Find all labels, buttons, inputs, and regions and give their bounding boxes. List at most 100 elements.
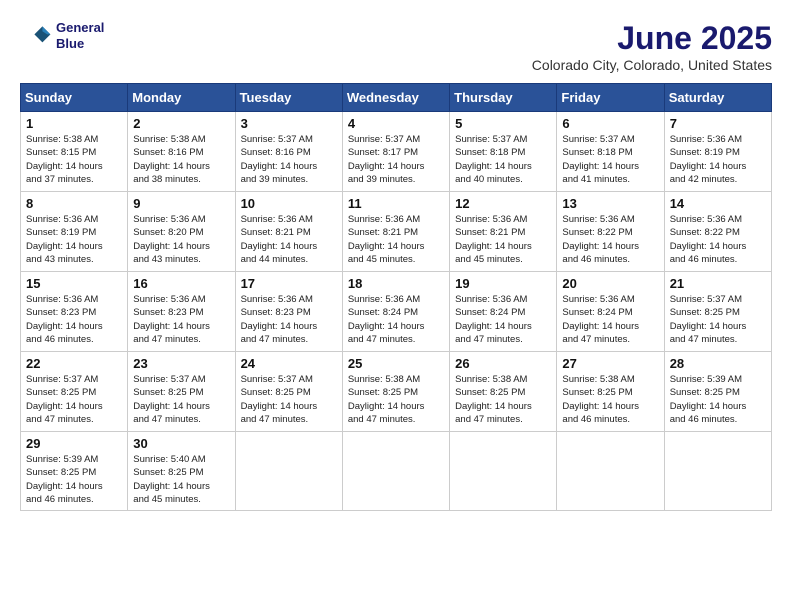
calendar-header-row: Sunday Monday Tuesday Wednesday Thursday… (21, 84, 772, 112)
col-sunday: Sunday (21, 84, 128, 112)
table-row: 16 Sunrise: 5:36 AMSunset: 8:23 PMDayligh… (128, 272, 235, 352)
day-info: Sunrise: 5:36 AMSunset: 8:22 PMDaylight:… (562, 213, 658, 266)
table-row: 18Sunrise: 5:36 AMSunset: 8:24 PMDayligh… (342, 272, 449, 352)
day-info: Sunrise: 5:37 AMSunset: 8:25 PMDaylight:… (133, 373, 229, 426)
day-number: 16 (133, 276, 229, 291)
table-row: 1Sunrise: 5:38 AMSunset: 8:15 PMDaylight… (21, 112, 128, 192)
title-area: June 2025 Colorado City, Colorado, Unite… (532, 20, 772, 73)
col-thursday: Thursday (450, 84, 557, 112)
day-number: 13 (562, 196, 658, 211)
day-number: 23 (133, 356, 229, 371)
col-tuesday: Tuesday (235, 84, 342, 112)
day-info: Sunrise: 5:37 AMSunset: 8:18 PMDaylight:… (455, 133, 551, 186)
day-info: Sunrise: 5:36 AMSunset: 8:19 PMDaylight:… (26, 213, 122, 266)
calendar-week-row: 15 Sunrise: 5:36 AMSunset: 8:23 PMDayligh… (21, 272, 772, 352)
table-row: 24 Sunrise: 5:37 AMSunset: 8:25 PMDayligh… (235, 352, 342, 432)
page-header: General Blue June 2025 Colorado City, Co… (20, 20, 772, 73)
location-subtitle: Colorado City, Colorado, United States (532, 57, 772, 73)
day-number: 14 (670, 196, 766, 211)
day-info: Sunrise: 5:36 AMSunset: 8:23 PMDaylight:… (133, 293, 229, 346)
day-number: 3 (241, 116, 337, 131)
calendar-week-row: 1Sunrise: 5:38 AMSunset: 8:15 PMDaylight… (21, 112, 772, 192)
table-row: 12 Sunrise: 5:36 AMSunset: 8:21 PMDayligh… (450, 192, 557, 272)
day-info: Sunrise: 5:37 AMSunset: 8:18 PMDaylight:… (562, 133, 658, 186)
calendar-table: Sunday Monday Tuesday Wednesday Thursday… (20, 83, 772, 511)
day-number: 10 (241, 196, 337, 211)
day-number: 15 (26, 276, 122, 291)
table-row (664, 432, 771, 511)
day-number: 9 (133, 196, 229, 211)
day-info: Sunrise: 5:37 AMSunset: 8:25 PMDaylight:… (241, 373, 337, 426)
day-info: Sunrise: 5:37 AMSunset: 8:17 PMDaylight:… (348, 133, 444, 186)
day-info: Sunrise: 5:36 AMSunset: 8:20 PMDaylight:… (133, 213, 229, 266)
table-row: 4 Sunrise: 5:37 AMSunset: 8:17 PMDaylight… (342, 112, 449, 192)
day-info: Sunrise: 5:36 AMSunset: 8:24 PMDaylight:… (455, 293, 551, 346)
day-number: 5 (455, 116, 551, 131)
day-info: Sunrise: 5:37 AMSunset: 8:25 PMDaylight:… (670, 293, 766, 346)
table-row: 15 Sunrise: 5:36 AMSunset: 8:23 PMDayligh… (21, 272, 128, 352)
day-info: Sunrise: 5:37 AMSunset: 8:16 PMDaylight:… (241, 133, 337, 186)
day-info: Sunrise: 5:36 AMSunset: 8:23 PMDaylight:… (26, 293, 122, 346)
day-info: Sunrise: 5:40 AMSunset: 8:25 PMDaylight:… (133, 453, 229, 506)
day-number: 19 (455, 276, 551, 291)
table-row: 19 Sunrise: 5:36 AMSunset: 8:24 PMDayligh… (450, 272, 557, 352)
day-number: 24 (241, 356, 337, 371)
day-number: 2 (133, 116, 229, 131)
table-row: 17 Sunrise: 5:36 AMSunset: 8:23 PMDayligh… (235, 272, 342, 352)
table-row: 6Sunrise: 5:37 AMSunset: 8:18 PMDaylight… (557, 112, 664, 192)
day-info: Sunrise: 5:36 AMSunset: 8:22 PMDaylight:… (670, 213, 766, 266)
col-saturday: Saturday (664, 84, 771, 112)
logo: General Blue (20, 20, 104, 52)
table-row: 22Sunrise: 5:37 AMSunset: 8:25 PMDayligh… (21, 352, 128, 432)
table-row: 25Sunrise: 5:38 AMSunset: 8:25 PMDayligh… (342, 352, 449, 432)
table-row: 8 Sunrise: 5:36 AMSunset: 8:19 PMDaylight… (21, 192, 128, 272)
day-info: Sunrise: 5:36 AMSunset: 8:21 PMDaylight:… (348, 213, 444, 266)
table-row: 7 Sunrise: 5:36 AMSunset: 8:19 PMDaylight… (664, 112, 771, 192)
table-row (235, 432, 342, 511)
day-number: 20 (562, 276, 658, 291)
day-number: 22 (26, 356, 122, 371)
day-info: Sunrise: 5:38 AMSunset: 8:25 PMDaylight:… (455, 373, 551, 426)
day-number: 8 (26, 196, 122, 211)
col-wednesday: Wednesday (342, 84, 449, 112)
day-number: 29 (26, 436, 122, 451)
day-info: Sunrise: 5:36 AMSunset: 8:21 PMDaylight:… (241, 213, 337, 266)
day-info: Sunrise: 5:38 AMSunset: 8:15 PMDaylight:… (26, 133, 122, 186)
day-info: Sunrise: 5:36 AMSunset: 8:24 PMDaylight:… (562, 293, 658, 346)
table-row: 23 Sunrise: 5:37 AMSunset: 8:25 PMDayligh… (128, 352, 235, 432)
day-number: 12 (455, 196, 551, 211)
table-row: 11 Sunrise: 5:36 AMSunset: 8:21 PMDayligh… (342, 192, 449, 272)
table-row: 10 Sunrise: 5:36 AMSunset: 8:21 PMDayligh… (235, 192, 342, 272)
day-info: Sunrise: 5:38 AMSunset: 8:25 PMDaylight:… (562, 373, 658, 426)
table-row: 5 Sunrise: 5:37 AMSunset: 8:18 PMDaylight… (450, 112, 557, 192)
table-row: 14 Sunrise: 5:36 AMSunset: 8:22 PMDayligh… (664, 192, 771, 272)
month-year-title: June 2025 (532, 20, 772, 57)
calendar-week-row: 8 Sunrise: 5:36 AMSunset: 8:19 PMDaylight… (21, 192, 772, 272)
day-number: 11 (348, 196, 444, 211)
day-number: 25 (348, 356, 444, 371)
day-number: 21 (670, 276, 766, 291)
table-row: 9 Sunrise: 5:36 AMSunset: 8:20 PMDaylight… (128, 192, 235, 272)
table-row (342, 432, 449, 511)
table-row (450, 432, 557, 511)
table-row: 26Sunrise: 5:38 AMSunset: 8:25 PMDayligh… (450, 352, 557, 432)
table-row: 21 Sunrise: 5:37 AMSunset: 8:25 PMDayligh… (664, 272, 771, 352)
col-monday: Monday (128, 84, 235, 112)
table-row: 30Sunrise: 5:40 AMSunset: 8:25 PMDayligh… (128, 432, 235, 511)
table-row: 27 Sunrise: 5:38 AMSunset: 8:25 PMDayligh… (557, 352, 664, 432)
day-info: Sunrise: 5:36 AMSunset: 8:21 PMDaylight:… (455, 213, 551, 266)
day-number: 4 (348, 116, 444, 131)
day-number: 17 (241, 276, 337, 291)
table-row: 28 Sunrise: 5:39 AMSunset: 8:25 PMDayligh… (664, 352, 771, 432)
day-info: Sunrise: 5:39 AMSunset: 8:25 PMDaylight:… (26, 453, 122, 506)
day-info: Sunrise: 5:36 AMSunset: 8:19 PMDaylight:… (670, 133, 766, 186)
day-number: 7 (670, 116, 766, 131)
day-number: 28 (670, 356, 766, 371)
col-friday: Friday (557, 84, 664, 112)
table-row: 2Sunrise: 5:38 AMSunset: 8:16 PMDaylight… (128, 112, 235, 192)
table-row: 3 Sunrise: 5:37 AMSunset: 8:16 PMDaylight… (235, 112, 342, 192)
day-info: Sunrise: 5:36 AMSunset: 8:23 PMDaylight:… (241, 293, 337, 346)
day-info: Sunrise: 5:39 AMSunset: 8:25 PMDaylight:… (670, 373, 766, 426)
day-number: 27 (562, 356, 658, 371)
table-row: 13 Sunrise: 5:36 AMSunset: 8:22 PMDayligh… (557, 192, 664, 272)
